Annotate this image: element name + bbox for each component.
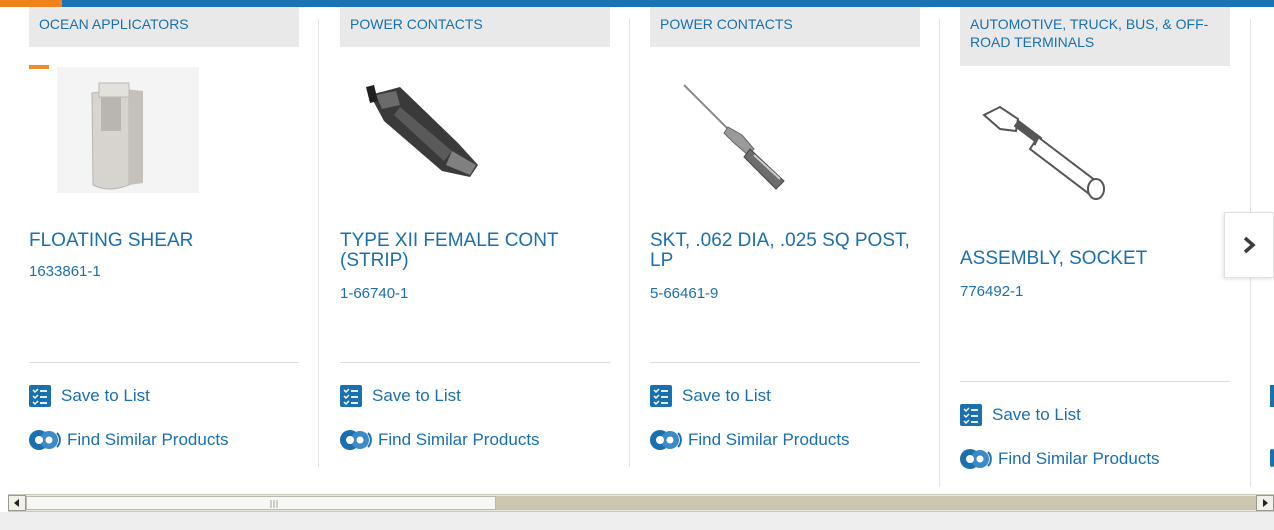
product-card: AUTOMOTIVE, TRUCK, BUS, & OFF-ROAD TERMI… [960,7,1230,469]
arrow-right-icon [1263,499,1268,507]
part-number[interactable]: 776492-1 [960,283,1023,300]
product-name-link[interactable]: ASSEMBLY, SOCKET [960,249,1222,269]
card-divider [318,19,319,467]
checklist-icon [960,404,982,426]
find-similar-label: Find Similar Products [378,430,540,449]
page-footer-area [0,512,1274,530]
checklist-icon [650,385,672,407]
scroll-left-button[interactable] [8,495,26,511]
carousel-next-button[interactable] [1224,212,1274,278]
product-category: AUTOMOTIVE, TRUCK, BUS, & OFF-ROAD TERMI… [960,7,1230,66]
divider [340,362,610,363]
find-similar-products-button[interactable]: Find Similar Products [340,428,540,452]
find-similar-products-button[interactable]: Find Similar Products [29,428,229,452]
divider [960,381,1230,382]
similar-products-icon [29,430,61,450]
save-to-list-button[interactable]: Save to List [340,384,461,408]
product-category: POWER CONTACTS [650,7,920,47]
similar-products-icon [340,430,372,450]
save-to-list-label: Save to List [372,386,461,405]
product-image[interactable] [340,65,610,205]
product-name-link[interactable]: FLOATING SHEAR [29,231,291,251]
product-image[interactable] [29,65,299,205]
find-similar-label: Find Similar Products [688,430,850,449]
scrollbar-thumb[interactable] [26,496,496,510]
next-card-partial [1270,385,1274,407]
similar-products-icon [650,430,682,450]
save-to-list-label: Save to List [992,405,1081,424]
horizontal-scrollbar[interactable] [8,494,1274,512]
product-category: POWER CONTACTS [340,7,610,47]
product-carousel: OCEAN APPLICATORS FLOATING SHEAR 1633861… [0,7,1274,491]
card-divider [629,19,630,467]
find-similar-label: Find Similar Products [67,430,229,449]
product-card: POWER CONTACTS SKT, .062 DIA, .025 SQ PO… [650,7,920,450]
product-category: OCEAN APPLICATORS [29,7,299,47]
save-to-list-button[interactable]: Save to List [650,384,771,408]
product-image[interactable] [650,65,920,205]
product-image[interactable] [960,85,1230,225]
save-to-list-button[interactable]: Save to List [960,403,1081,427]
orange-accent [0,0,62,7]
scroll-right-button[interactable] [1256,495,1274,511]
part-number[interactable]: 1633861-1 [29,263,101,280]
product-card: OCEAN APPLICATORS FLOATING SHEAR 1633861… [29,7,299,450]
checklist-icon [340,385,362,407]
divider [29,362,299,363]
chevron-right-icon [1243,236,1256,254]
part-number[interactable]: 5-66461-9 [650,285,718,302]
save-to-list-label: Save to List [682,386,771,405]
top-accent-bar [0,0,1274,7]
scrollbar-track[interactable] [496,496,1256,510]
save-to-list-label: Save to List [61,386,150,405]
product-name-link[interactable]: SKT, .062 DIA, .025 SQ POST, LP [650,231,912,271]
similar-products-icon [960,449,992,469]
grip-icon [270,500,278,508]
arrow-left-icon [14,499,19,507]
product-card: POWER CONTACTS TYPE XII FEMALE CONT (STR… [340,7,610,450]
card-divider [939,19,940,487]
find-similar-products-button[interactable]: Find Similar Products [650,428,850,452]
save-to-list-button[interactable]: Save to List [29,384,150,408]
checklist-icon [29,385,51,407]
product-name-link[interactable]: TYPE XII FEMALE CONT (STRIP) [340,231,602,271]
find-similar-products-button[interactable]: Find Similar Products [960,447,1160,471]
divider [650,362,920,363]
find-similar-label: Find Similar Products [998,449,1160,468]
part-number[interactable]: 1-66740-1 [340,285,408,302]
next-card-partial-icon [1270,449,1274,467]
